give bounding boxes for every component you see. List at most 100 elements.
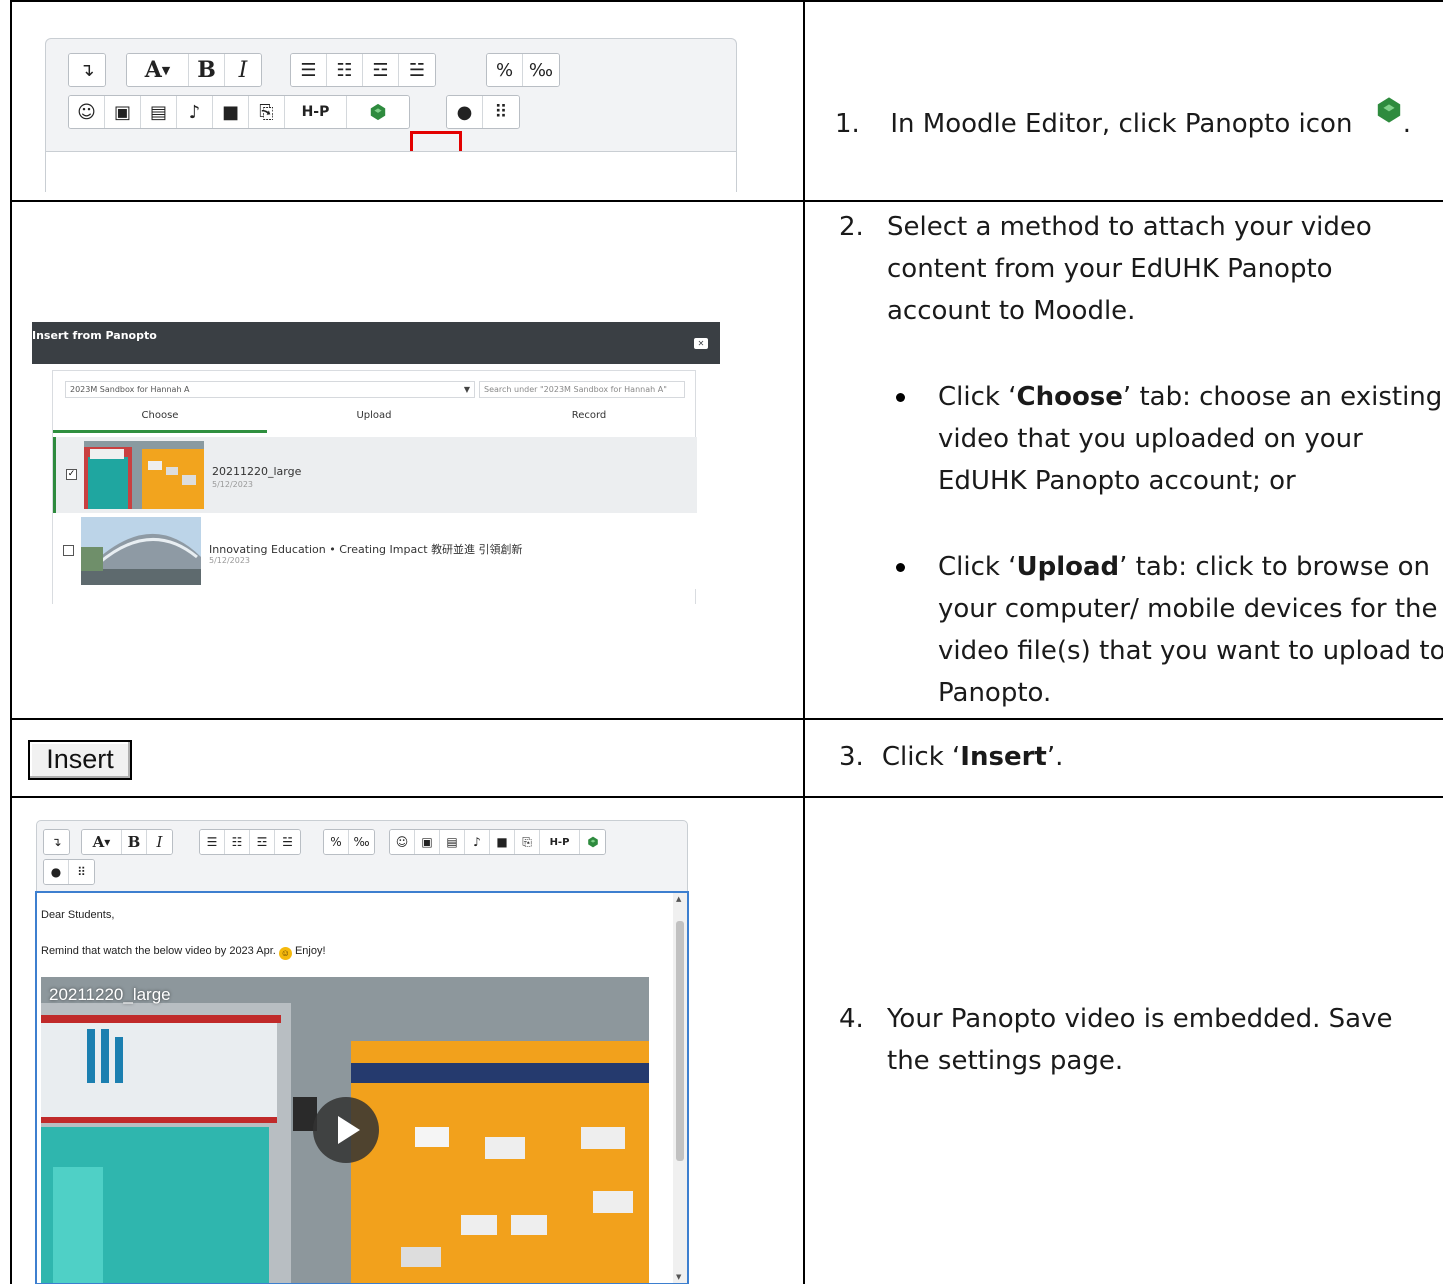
video-thumbnail — [81, 517, 201, 585]
h5p-icon[interactable]: H-P — [285, 96, 347, 128]
video-list-item[interactable]: Innovating Education • Creating Impact 教… — [53, 513, 697, 589]
video-title-overlay: 20211220_large — [49, 985, 171, 1004]
media-icon[interactable]: ▤ — [440, 830, 465, 854]
h5p-label: H-P — [301, 104, 330, 120]
emoji-icon[interactable]: ☺ — [390, 830, 415, 854]
step-3-bold: Insert — [960, 742, 1047, 772]
step-4-screenshot: ↴ A ▾ B I ☰ ☷ ☲ ☱ % ‰ ☺ ▣ ▤ ♪ ■ ⎘ H-P ● … — [12, 798, 805, 1284]
manage-files-icon[interactable]: ⎘ — [515, 830, 540, 854]
record-audio-icon[interactable]: ♪ — [177, 96, 213, 128]
h5p-icon[interactable]: H-P — [540, 830, 580, 854]
embedded-video-player[interactable]: 20211220_large — [41, 977, 649, 1283]
step-2-instruction: 2. Select a method to attach your video … — [839, 206, 1439, 332]
link-icon[interactable]: % — [324, 830, 349, 854]
tab-upload[interactable]: Upload — [267, 405, 481, 433]
image-icon[interactable]: ▣ — [415, 830, 440, 854]
italic-icon[interactable]: I — [147, 830, 172, 854]
tab-choose[interactable]: Choose — [53, 405, 267, 433]
italic-label: I — [238, 57, 248, 83]
h5p-label: H-P — [549, 836, 570, 848]
folder-select-value: 2023M Sandbox for Hannah A — [70, 385, 190, 394]
font-size-label: A — [92, 833, 105, 851]
tab-record[interactable]: Record — [481, 405, 697, 433]
scrollbar[interactable]: ▲ ▼ — [673, 893, 687, 1283]
unordered-list-icon[interactable]: ☰ — [200, 830, 225, 854]
editor-text-area[interactable] — [46, 151, 736, 192]
panopto-icon[interactable] — [580, 830, 605, 854]
step-1-screenshot: ↴ A ▼ B I ☰ ☷ ☲ ☱ % ‰ ☺ ▣ ▤ ♪ ■ ⎘ H-P ● … — [12, 2, 805, 200]
record-audio-icon[interactable]: ♪ — [465, 830, 490, 854]
screenreader-helper-icon[interactable]: ⠿ — [483, 96, 519, 128]
step-3-number: 3. — [839, 742, 864, 772]
media-icon[interactable]: ▤ — [141, 96, 177, 128]
content-line-2-text: Remind that watch the below video by 202… — [41, 945, 276, 957]
accessibility-checker-icon[interactable]: ● — [447, 96, 483, 128]
screenreader-helper-icon[interactable]: ⠿ — [69, 860, 94, 884]
step-2-number: 2. — [839, 212, 864, 242]
dialog-body: 2023M Sandbox for Hannah A ▼ Search unde… — [52, 370, 697, 604]
step-3-text: 3. Click ‘Insert’. — [807, 720, 1443, 796]
bullet-text: Click ‘ — [938, 382, 1017, 412]
content-line-2: Remind that watch the below video by 202… — [41, 945, 326, 960]
bold-icon[interactable]: B — [122, 830, 147, 854]
insert-button[interactable]: Insert — [28, 740, 132, 780]
manage-files-icon[interactable]: ⎘ — [249, 96, 285, 128]
ordered-list-icon[interactable]: ☷ — [327, 54, 363, 86]
folder-select[interactable]: 2023M Sandbox for Hannah A ▼ — [65, 381, 475, 398]
undo-icon[interactable]: ↴ — [44, 830, 69, 854]
unlink-icon[interactable]: ‰ — [523, 54, 559, 86]
step-1-text: 1. In Moodle Editor, click Panopto icon … — [807, 2, 1443, 200]
panopto-icon[interactable] — [347, 96, 409, 128]
video-checkbox[interactable] — [63, 545, 74, 556]
unlink-icon[interactable]: ‰ — [349, 830, 374, 854]
video-date: 5/12/2023 — [209, 556, 251, 565]
ordered-list-icon[interactable]: ☷ — [225, 830, 250, 854]
bullet-line: Panopto. — [938, 678, 1052, 708]
editor-content-area[interactable]: Dear Students, Remind that watch the bel… — [35, 891, 689, 1284]
outdent-icon[interactable]: ☲ — [363, 54, 399, 86]
content-line-2-end: Enjoy! — [294, 945, 326, 957]
step-3-screenshot: Insert — [12, 720, 805, 796]
close-icon[interactable]: ✕ — [694, 338, 708, 349]
scroll-up-icon[interactable]: ▲ — [676, 895, 681, 903]
dialog-tabs: Choose Upload Record — [53, 405, 697, 433]
scrollbar-thumb[interactable] — [676, 921, 684, 1161]
step-1-number: 1. — [835, 109, 860, 139]
bold-icon[interactable]: B — [189, 54, 225, 86]
emoji-icon[interactable]: ☺ — [69, 96, 105, 128]
outdent-icon[interactable]: ☲ — [250, 830, 275, 854]
step-1-instruction: 1. In Moodle Editor, click Panopto icon … — [835, 96, 1411, 145]
undo-icon[interactable]: ↴ — [69, 54, 105, 86]
bullet-bold: Upload — [1016, 552, 1120, 582]
step-2-screenshot: Insert from Panopto ✕ 2023M Sandbox for … — [12, 202, 805, 718]
indent-icon[interactable]: ☱ — [275, 830, 300, 854]
font-size-label: A — [144, 57, 162, 83]
scroll-down-icon[interactable]: ▼ — [676, 1273, 681, 1281]
bullet-text: ’ tab: choose an existing — [1122, 382, 1443, 412]
play-button[interactable] — [313, 1097, 379, 1163]
accessibility-checker-icon[interactable]: ● — [44, 860, 69, 884]
italic-icon[interactable]: I — [225, 54, 261, 86]
search-input[interactable]: Search under "2023M Sandbox for Hannah A… — [479, 381, 685, 398]
indent-icon[interactable]: ☱ — [399, 54, 435, 86]
bullet-dot — [896, 393, 905, 402]
step-row-1: ↴ A ▼ B I ☰ ☷ ☲ ☱ % ‰ ☺ ▣ ▤ ♪ ■ ⎘ H-P ● … — [12, 2, 1443, 202]
italic-label: I — [156, 833, 163, 851]
step-4-instruction: 4. Your Panopto video is embedded. Save … — [839, 998, 1439, 1082]
image-icon[interactable]: ▣ — [105, 96, 141, 128]
unordered-list-icon[interactable]: ☰ — [291, 54, 327, 86]
step-row-2: Insert from Panopto ✕ 2023M Sandbox for … — [12, 202, 1443, 720]
font-size-icon[interactable]: A ▾ — [82, 830, 122, 854]
bullet-text: Click ‘ — [938, 552, 1017, 582]
link-icon[interactable]: % — [487, 54, 523, 86]
record-video-icon[interactable]: ■ — [490, 830, 515, 854]
step-1-period: . — [1402, 109, 1411, 139]
step-4-line: Your Panopto video is embedded. Save — [887, 1004, 1393, 1034]
record-video-icon[interactable]: ■ — [213, 96, 249, 128]
bullet-upload: Click ‘Upload’ tab: click to browse on y… — [896, 546, 1443, 714]
chevron-down-icon: ▼ — [463, 385, 470, 394]
step-2-text: 2. Select a method to attach your video … — [807, 202, 1443, 718]
font-size-icon[interactable]: A ▼ — [127, 54, 189, 86]
video-checkbox[interactable]: ✓ — [66, 469, 77, 480]
video-list-item[interactable]: ✓ 20211220_large 5/12/2023 — [53, 437, 697, 513]
